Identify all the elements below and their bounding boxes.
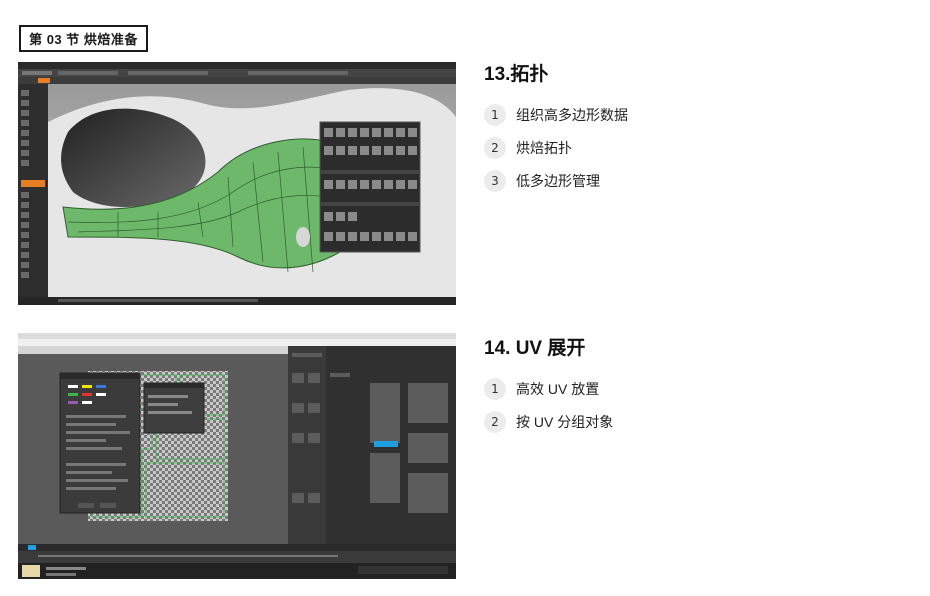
topic-uv-unwrap: 14. UV 展开 1 高效 UV 放置 2 按 UV 分组对象 [484,336,613,444]
section-tag: 第 03 节 烘焙准备 [19,25,148,52]
topic-title: 13.拓扑 [484,64,549,85]
item-number-badge: 1 [484,378,506,400]
item-text: 低多边形管理 [516,173,600,189]
item-number-badge: 2 [484,411,506,433]
list-item: 3 低多边形管理 [484,170,628,192]
item-text: 组织高多边形数据 [516,107,628,123]
list-item: 2 按 UV 分组对象 [484,411,613,433]
uv-screenshot [18,333,456,579]
item-number-badge: 2 [484,137,506,159]
list-item: 2 烘焙拓扑 [484,137,628,159]
topic-item-list: 1 组织高多边形数据 2 烘焙拓扑 3 低多边形管理 [484,104,628,192]
item-text: 烘焙拓扑 [516,140,572,156]
list-item: 1 组织高多边形数据 [484,104,628,126]
uv-screenshot-art [18,333,456,579]
topic-item-list: 1 高效 UV 放置 2 按 UV 分组对象 [484,378,613,433]
item-text: 高效 UV 放置 [516,381,600,397]
topic-title: 14. UV 展开 [484,338,586,359]
list-item: 1 高效 UV 放置 [484,378,613,400]
item-number-badge: 1 [484,104,506,126]
topic-topology: 13.拓扑 1 组织高多边形数据 2 烘焙拓扑 3 低多边形管理 [484,62,628,203]
topology-screenshot [18,62,456,305]
item-number-badge: 3 [484,170,506,192]
item-text: 按 UV 分组对象 [516,414,614,430]
topology-screenshot-art [18,62,456,305]
